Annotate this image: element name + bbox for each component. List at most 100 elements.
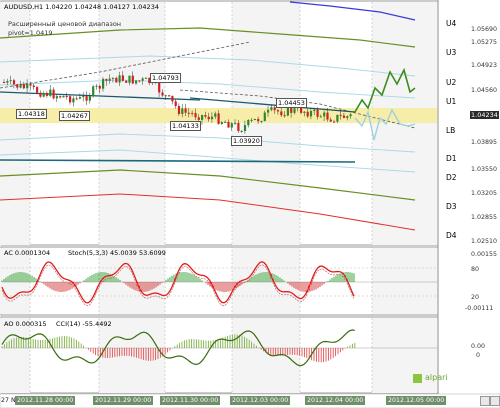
- bear-candle: [217, 113, 220, 124]
- bull-candle: [82, 96, 85, 98]
- price-tick: 1.02855: [471, 214, 498, 221]
- cci-axis-zero: 0: [476, 352, 481, 359]
- bull-candle: [210, 116, 214, 120]
- logo-text: alpari: [425, 373, 448, 382]
- level-label-u4: U4: [446, 19, 457, 28]
- bull-candle: [309, 110, 313, 117]
- bear-candle: [191, 112, 194, 114]
- level-label-d2: D2: [446, 173, 457, 182]
- bear-candle: [174, 101, 177, 106]
- bear-candle: [276, 110, 280, 112]
- bear-candle: [194, 113, 197, 118]
- bear-candle: [177, 105, 181, 114]
- bear-candle: [306, 111, 309, 117]
- bear-candle: [75, 98, 78, 100]
- current-price-box: 1.04234: [470, 111, 499, 119]
- bull-candle: [88, 96, 91, 101]
- bull-candle: [319, 116, 322, 118]
- price-tick: 1.03895: [471, 139, 498, 146]
- bear-candle: [339, 114, 342, 116]
- ac-axis-bottom: -0.00111: [465, 305, 494, 312]
- ac-label: AC 0.0001304: [4, 249, 51, 257]
- bear-candle: [342, 115, 346, 118]
- bear-candle: [257, 118, 260, 122]
- bear-candle: [138, 80, 141, 82]
- day-band: [372, 2, 437, 245]
- bear-candle: [161, 92, 164, 96]
- chart-canvas[interactable]: [0, 0, 500, 408]
- bear-candle: [125, 80, 128, 83]
- chart-title: AUDUSD,H1 1.04220 1.04248 1.04127 1.0423…: [4, 3, 159, 11]
- bull-candle: [224, 121, 227, 123]
- scroll-left-button[interactable]: [480, 396, 490, 406]
- price-tick: 1.05275: [471, 39, 498, 46]
- day-band: [0, 2, 30, 245]
- time-tick: 2012.12.04 00:00: [305, 396, 366, 405]
- chart-window: AUDUSD,H1 1.04220 1.04248 1.04127 1.0423…: [0, 0, 500, 408]
- bull-candle: [214, 113, 217, 117]
- bull-candle: [181, 108, 184, 114]
- bull-candle: [26, 84, 29, 89]
- bull-candle: [118, 75, 121, 83]
- bear-candle: [59, 96, 62, 98]
- bear-candle: [52, 89, 55, 99]
- scroll-right-button[interactable]: [490, 396, 500, 406]
- bull-candle: [313, 109, 316, 111]
- bear-candle: [69, 96, 72, 103]
- bull-candle: [102, 78, 105, 89]
- day-band: [372, 248, 437, 314]
- bull-candle: [253, 118, 256, 120]
- price-tick: 1.03205: [471, 190, 498, 197]
- day-band: [99, 2, 165, 245]
- price-tick: 1.02510: [471, 238, 498, 245]
- bear-candle: [204, 115, 207, 117]
- bull-candle: [72, 98, 75, 103]
- bull-candle: [346, 116, 349, 118]
- time-tick: 2012.12.05 00:00: [386, 396, 447, 405]
- bear-candle: [168, 95, 171, 97]
- alpari-logo: alpari: [413, 373, 448, 385]
- bull-candle: [293, 108, 296, 113]
- bull-candle: [286, 106, 289, 116]
- bull-candle: [141, 78, 144, 81]
- bull-candle: [220, 122, 223, 124]
- bull-candle: [234, 122, 237, 124]
- bear-candle: [36, 87, 39, 93]
- bear-candle: [329, 119, 332, 122]
- bear-candle: [197, 117, 200, 120]
- bull-candle: [62, 95, 65, 98]
- level-label-d1: D1: [446, 154, 457, 163]
- level-label-u3: U3: [446, 48, 457, 57]
- level-label-lb: LB: [446, 126, 456, 135]
- ao-axis-zero: 0.00: [471, 343, 486, 350]
- bear-candle: [32, 85, 35, 88]
- bull-candle: [9, 80, 12, 82]
- day-band: [0, 318, 30, 393]
- bull-candle: [323, 112, 326, 117]
- stoch-level-80: 80: [471, 266, 480, 273]
- logo-square-icon: [413, 374, 422, 383]
- bull-candle: [267, 109, 270, 113]
- bear-candle: [22, 84, 25, 89]
- bear-candle: [333, 121, 336, 123]
- price-tag: 1.04453: [276, 98, 307, 108]
- bear-candle: [45, 92, 49, 96]
- price-tick: 1.04923: [471, 62, 498, 69]
- bear-candle: [105, 78, 108, 81]
- bull-candle: [230, 123, 233, 128]
- bull-candle: [336, 114, 339, 122]
- bear-candle: [227, 121, 230, 128]
- bull-candle: [95, 85, 98, 87]
- ac-axis-top: 0.00155: [471, 251, 498, 258]
- bull-candle: [263, 112, 266, 122]
- bull-candle: [250, 119, 253, 121]
- bear-candle: [184, 108, 187, 113]
- bull-candle: [270, 107, 273, 110]
- bear-candle: [131, 75, 134, 84]
- stoch-level-20: 20: [471, 294, 480, 301]
- day-band: [0, 248, 30, 314]
- price-tag: 1.04267: [59, 111, 90, 121]
- bear-candle: [237, 122, 240, 131]
- bull-candle: [144, 77, 148, 79]
- bear-candle: [207, 116, 210, 120]
